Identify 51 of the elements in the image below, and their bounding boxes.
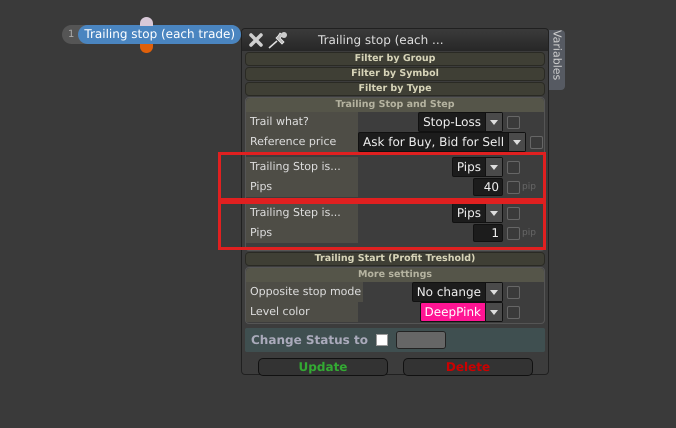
setting-label: Reference price [246, 132, 358, 152]
dropdown-arrow-icon [490, 290, 498, 294]
variables-label: Variables [550, 30, 564, 82]
output-connector[interactable] [140, 44, 153, 53]
dropdown[interactable]: Stop-Loss [418, 112, 503, 132]
dropdown-arrow-icon [490, 120, 498, 124]
dropdown[interactable]: DeepPink [420, 302, 503, 322]
dropdown-arrow-icon [490, 310, 498, 314]
status-field[interactable] [396, 331, 446, 349]
update-button[interactable]: Update [258, 358, 388, 376]
section-header[interactable]: Filter by Type [245, 82, 545, 96]
dropdown[interactable]: Ask for Buy, Bid for Sell [358, 132, 526, 152]
setting-label: Trailing Step is... [246, 203, 358, 223]
setting-label: Pips [246, 177, 358, 197]
setting-label: Level color [246, 302, 358, 322]
dropdown-arrow-icon [490, 164, 498, 170]
node-pill[interactable]: 1 Trailing stop (each trade) [62, 25, 242, 44]
close-icon [248, 32, 264, 48]
number-field[interactable]: 40 [473, 178, 503, 196]
setting-label: Opposite stop mode [246, 282, 364, 302]
checkbox[interactable] [507, 286, 520, 298]
dropdown-arrow-icon [490, 210, 498, 216]
section-header[interactable]: Filter by Symbol [245, 67, 545, 81]
input-connector[interactable] [140, 17, 153, 26]
setting-label: Pips [246, 223, 358, 243]
group-header[interactable]: More settings [246, 268, 544, 282]
node-number: 1 [68, 29, 76, 40]
dropdown-arrow-icon [513, 140, 522, 144]
panel-title: Trailing stop (each ... [318, 33, 444, 47]
close-button[interactable] [246, 32, 266, 48]
status-label: Change Status to [251, 333, 368, 347]
checkbox[interactable] [507, 306, 520, 318]
number-field[interactable]: 1 [473, 224, 503, 242]
checkbox[interactable] [507, 160, 520, 174]
checkbox[interactable] [507, 116, 520, 128]
section-header[interactable]: Trailing Start (Profit Treshold) [245, 252, 545, 266]
dropdown[interactable]: No change [412, 282, 503, 302]
dropdown[interactable]: Pips [452, 157, 503, 177]
checkbox[interactable] [507, 226, 520, 240]
setting-label: Trail what? [246, 112, 358, 132]
section-header[interactable]: Filter by Group [245, 52, 545, 66]
checkbox[interactable] [530, 136, 544, 148]
group-header[interactable]: Trailing Stop and Step [246, 98, 544, 112]
dropdown[interactable]: Pips [452, 203, 503, 223]
variables-tab[interactable]: Variables [549, 30, 565, 90]
pin-icon [268, 31, 290, 49]
status-checkbox[interactable] [376, 334, 388, 346]
node-title: Trailing stop (each trade) [78, 25, 242, 44]
checkbox[interactable] [507, 206, 520, 220]
setting-label: Trailing Stop is... [246, 157, 358, 177]
checkbox[interactable] [507, 180, 520, 194]
